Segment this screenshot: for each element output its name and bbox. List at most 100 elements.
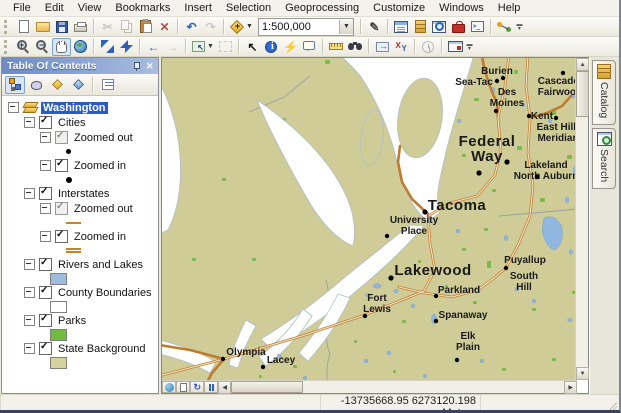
toc-item-county-boundaries[interactable]: County Boundaries [2, 285, 158, 300]
select-elements-button[interactable]: ↖ [243, 38, 262, 56]
collapse-icon[interactable] [40, 231, 51, 242]
collapse-icon[interactable] [24, 287, 35, 298]
list-by-drawing-order-button[interactable] [5, 76, 25, 94]
new-document-button[interactable] [14, 18, 33, 36]
collapse-icon[interactable] [40, 203, 51, 214]
pan-button[interactable] [52, 38, 71, 56]
fixed-zoom-out-button[interactable] [117, 38, 136, 56]
layer-checkbox[interactable] [39, 286, 52, 299]
menu-insert[interactable]: Insert [177, 1, 219, 15]
menu-edit[interactable]: Edit [38, 1, 71, 15]
vertical-scroll-thumb[interactable] [576, 71, 589, 117]
collapse-icon[interactable] [40, 160, 51, 171]
layer-checkbox[interactable] [55, 159, 68, 172]
collapse-icon[interactable] [40, 132, 51, 143]
delete-button[interactable]: ✕ [155, 18, 174, 36]
toc-item-washington[interactable]: Washington [2, 100, 158, 115]
back-extent-button[interactable]: ← [144, 38, 163, 56]
list-by-visibility-button[interactable] [47, 76, 67, 94]
clear-selection-button[interactable] [216, 38, 235, 56]
save-button[interactable] [52, 18, 71, 36]
horizontal-scroll-thumb[interactable] [231, 381, 303, 393]
collapse-icon[interactable] [8, 102, 19, 113]
menu-view[interactable]: View [71, 1, 109, 15]
toc-item-zoomed-in[interactable]: Zoomed in [2, 158, 158, 173]
menu-bookmarks[interactable]: Bookmarks [108, 1, 177, 15]
toolbar-grip[interactable] [4, 20, 10, 34]
cut-button[interactable]: ✂ [98, 18, 117, 36]
layer-checkbox[interactable] [39, 314, 52, 327]
menu-selection[interactable]: Selection [219, 1, 278, 15]
print-button[interactable] [71, 18, 90, 36]
map-vertical-scrollbar[interactable]: ▲ ▼ [575, 58, 588, 380]
refresh-view-button[interactable]: ↻ [190, 381, 204, 393]
modelbuilder-button[interactable] [495, 18, 515, 36]
zoom-out-button[interactable] [33, 38, 52, 56]
layer-label[interactable]: Zoomed out [72, 203, 135, 215]
open-folder-button[interactable] [33, 18, 52, 36]
redo-button[interactable]: ↷ [201, 18, 220, 36]
viewer-window-button[interactable] [446, 38, 465, 56]
layer-checkbox[interactable] [55, 230, 68, 243]
table-of-contents-button[interactable] [392, 18, 411, 36]
layer-label[interactable]: Cities [56, 117, 88, 129]
hyperlink-button[interactable]: ⚡ [281, 38, 300, 56]
select-features-button[interactable]: ▼ [190, 38, 216, 56]
toolbar-grip[interactable] [4, 40, 10, 54]
menu-customize[interactable]: Customize [366, 1, 432, 15]
menu-geoprocessing[interactable]: Geoprocessing [278, 1, 366, 15]
layer-checkbox[interactable] [55, 131, 68, 144]
toc-item-zoomed-out[interactable]: Zoomed out [2, 130, 158, 145]
collapse-icon[interactable] [24, 117, 35, 128]
scroll-left-icon[interactable]: ◀ [218, 381, 231, 394]
layer-label[interactable]: Zoomed out [72, 132, 135, 144]
find-route-button[interactable] [373, 38, 392, 56]
collapse-icon[interactable] [24, 188, 35, 199]
layer-checkbox[interactable] [39, 187, 52, 200]
dropdown-arrow-icon[interactable]: ▼ [207, 43, 214, 50]
zoom-in-button[interactable] [14, 38, 33, 56]
data-view-button[interactable] [162, 381, 176, 393]
layer-label[interactable]: Parks [56, 315, 88, 327]
map-scale-combo[interactable]: 1:500,000▼ [258, 18, 354, 36]
list-by-selection-button[interactable] [68, 76, 88, 94]
layer-label[interactable]: Rivers and Lakes [56, 259, 145, 271]
search-window-button[interactable] [430, 18, 449, 36]
full-extent-button[interactable] [71, 38, 90, 56]
arctoolbox-button[interactable] [449, 18, 468, 36]
time-slider-button[interactable] [419, 38, 438, 56]
layer-checkbox[interactable] [55, 202, 68, 215]
identify-button[interactable] [262, 38, 281, 56]
toc-item-parks[interactable]: Parks [2, 313, 158, 328]
collapse-icon[interactable] [24, 315, 35, 326]
go-to-xy-button[interactable] [392, 38, 411, 56]
layer-label[interactable]: Zoomed in [72, 160, 128, 172]
dropdown-arrow-icon[interactable]: ▼ [246, 23, 253, 30]
menu-help[interactable]: Help [491, 1, 528, 15]
layer-checkbox[interactable] [39, 116, 52, 129]
map-scale-value[interactable]: 1:500,000 [259, 21, 339, 33]
dock-tab-search[interactable]: Search [592, 128, 616, 189]
toc-item-interstates[interactable]: Interstates [2, 186, 158, 201]
forward-extent-button[interactable]: → [163, 38, 182, 56]
toc-item-rivers-and-lakes[interactable]: Rivers and Lakes [2, 257, 158, 272]
dock-tab-catalog[interactable]: Catalog [592, 60, 616, 125]
layer-label[interactable]: Zoomed in [72, 231, 128, 243]
copy-button[interactable] [117, 18, 136, 36]
scale-dropdown-icon[interactable]: ▼ [339, 20, 353, 34]
toc-item-cities[interactable]: Cities [2, 115, 158, 130]
toolbar-overflow-icon[interactable]: ▬▾ [515, 19, 524, 35]
toc-title-bar[interactable]: Table Of Contents ✕ [2, 58, 158, 74]
layer-label[interactable]: Washington [41, 102, 108, 114]
pause-drawing-button[interactable] [204, 381, 218, 393]
pin-icon[interactable] [131, 61, 141, 71]
layer-label[interactable]: Interstates [56, 188, 111, 200]
layout-view-button[interactable] [176, 381, 190, 393]
horizontal-scroll-track[interactable] [303, 381, 564, 393]
collapse-icon[interactable] [24, 343, 35, 354]
toc-item-zoomed-in[interactable]: Zoomed in [2, 229, 158, 244]
menu-windows[interactable]: Windows [432, 1, 491, 15]
collapse-icon[interactable] [24, 259, 35, 270]
menu-file[interactable]: File [6, 1, 38, 15]
catalog-window-button[interactable] [411, 18, 430, 36]
